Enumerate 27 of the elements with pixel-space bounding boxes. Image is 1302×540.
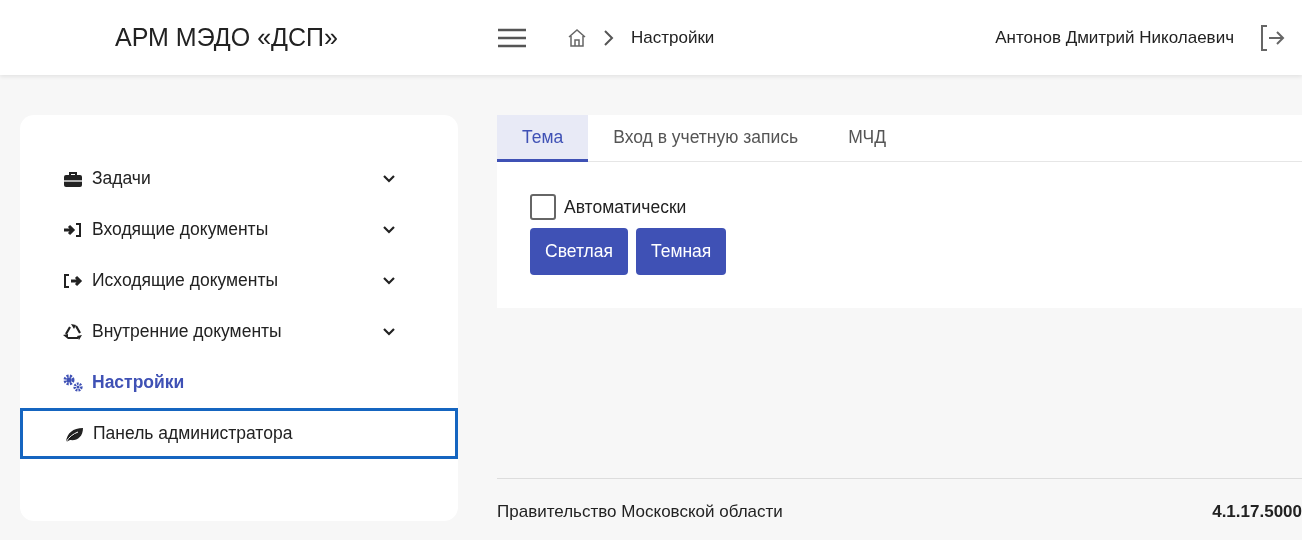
sidebar-item[interactable]: Панель администратора [20,408,458,459]
logout-icon[interactable] [1258,23,1286,52]
tab[interactable]: Тема [497,115,589,162]
sidebar-item[interactable]: Задачи [20,153,458,204]
tab[interactable]: МЧД [823,115,912,162]
organization-name: Правительство Московской области [497,501,783,523]
sign-in-icon [62,220,84,239]
user-name: Антонов Дмитрий Николаевич [995,26,1234,49]
sidebar-item[interactable]: Настройки [20,357,458,408]
menu-icon[interactable] [497,27,527,48]
briefcase-icon [62,169,84,188]
sign-out-icon [62,271,84,290]
checkbox[interactable] [530,194,556,221]
settings-icon [62,373,84,392]
checkbox-label: Автоматически [564,196,687,219]
sidebar-item[interactable]: Входящие документы [20,204,458,255]
tab[interactable]: Вход в учетную запись [588,115,824,162]
recycle-icon [62,322,84,341]
chevron-right-icon [603,28,615,47]
theme-button[interactable]: Темная [635,228,727,275]
breadcrumb-item[interactable]: Настройки [631,24,715,51]
home-icon[interactable] [567,28,587,47]
sidebar-item[interactable]: Внутренние документы [20,306,458,357]
sidebar-item[interactable]: Исходящие документы [20,255,458,306]
app-title: АРМ МЭДО «ДСП» [114,21,339,53]
theme-button[interactable]: Светлая [530,228,628,275]
version-label: 4.1.17.5000 [1212,501,1302,523]
